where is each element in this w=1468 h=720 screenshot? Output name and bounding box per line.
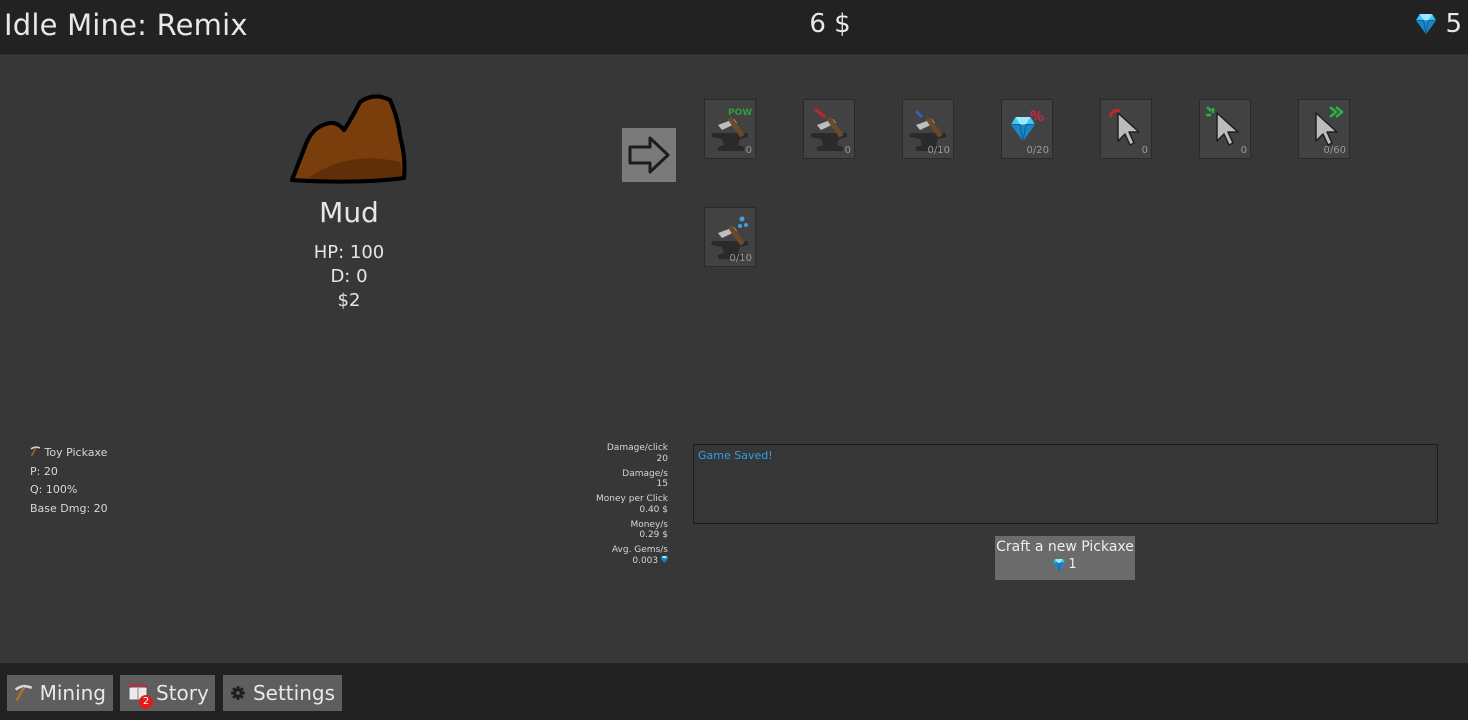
settings-tab[interactable]: Settings <box>223 675 342 711</box>
mining-tab[interactable]: Mining <box>7 675 113 711</box>
craft-pickaxe-button[interactable]: Craft a new Pickaxe 1 <box>995 536 1135 580</box>
stat-label: Avg. Gems/s <box>611 545 668 555</box>
stat-gems-s: 0.003 <box>632 555 659 566</box>
pickaxe-name-row: Toy Pickaxe <box>30 444 108 463</box>
ore-defense: D: 0 <box>330 266 368 287</box>
upgrade-count: 0/10 <box>729 253 752 264</box>
click-crit-upgrade-button[interactable]: 0 <box>1199 99 1251 159</box>
settings-tab-label: Settings <box>252 681 335 705</box>
upgrade-count: 0 <box>745 145 752 156</box>
next-ore-button[interactable] <box>622 128 676 182</box>
stat-label: Damage/s <box>622 468 668 479</box>
gem-chance-upgrade-button[interactable]: % 0/20 <box>1001 99 1053 159</box>
gem-icon <box>1053 558 1066 571</box>
pickaxe-quality: Q: 100% <box>30 483 78 496</box>
stat-label: Money/s <box>630 519 668 530</box>
stat-money-s: 0.29 $ <box>639 530 668 540</box>
svg-text:%: % <box>1030 109 1044 125</box>
stat-damage-s: 15 <box>656 479 668 489</box>
ore-hp: HP: 100 <box>313 242 385 263</box>
log-message: Game Saved! <box>698 449 773 462</box>
gem-count: 5 <box>1445 9 1462 39</box>
money-display: 6 $ <box>809 9 851 39</box>
pickaxe-water-upgrade-button[interactable]: 0/10 <box>704 207 756 267</box>
stat-label: Damage/click <box>606 443 668 453</box>
gem-icon <box>1416 14 1437 34</box>
pickaxe-info: Toy Pickaxe P: 20 Q: 100% Base Dmg: 20 <box>30 444 108 518</box>
mining-tab-label: Mining <box>39 681 106 705</box>
story-tab-label: Story <box>156 681 209 705</box>
message-log[interactable]: Game Saved! <box>693 444 1438 524</box>
pickaxe-base-damage: Base Dmg: 20 <box>30 501 108 515</box>
upgrade-count: 0 <box>1240 145 1247 156</box>
stat-money-click: 0.40 $ <box>639 504 668 515</box>
upgrade-count: 0 <box>1141 145 1148 156</box>
stat-damage-click: 20 <box>656 453 668 464</box>
pickaxe-speed-upgrade-button[interactable]: 0/10 <box>902 99 954 159</box>
pickaxe-name: Toy Pickaxe <box>44 446 108 459</box>
craft-cost: 1 <box>995 557 1135 572</box>
click-speed-upgrade-button[interactable]: 0/60 <box>1298 99 1350 159</box>
svg-text:POW: POW <box>728 108 752 118</box>
upgrade-count: 0/20 <box>1026 145 1049 156</box>
pow-upgrade-button[interactable]: POW 0 <box>704 99 756 159</box>
story-badge: 2 <box>139 695 153 709</box>
arrow-right-icon <box>628 136 670 174</box>
upgrade-count: 0 <box>844 145 851 156</box>
pickaxe-icon <box>30 446 41 457</box>
stats-panel: Damage/click 20 Damage/s 15 Money per Cl… <box>560 443 669 571</box>
gem-icon <box>660 555 669 563</box>
craft-cost-value: 1 <box>1068 557 1077 572</box>
top-bar: Idle Mine: Remix 6 $ 5 <box>0 0 1468 55</box>
upgrade-count: 0/60 <box>1323 145 1346 156</box>
story-tab[interactable]: 2 Story <box>120 675 215 711</box>
ore-value: $2 <box>337 290 361 311</box>
gem-counter: 5 <box>1415 9 1462 39</box>
upgrade-count: 0/10 <box>927 145 950 156</box>
story-icon-wrap: 2 <box>127 682 153 709</box>
gear-icon <box>231 686 245 700</box>
ore-name: Mud <box>319 196 379 229</box>
stat-label: Money per Click <box>596 494 668 504</box>
click-power-upgrade-button[interactable]: 0 <box>1100 99 1152 159</box>
craft-label: Craft a new Pickaxe <box>996 539 1134 555</box>
pickaxe-power: P: 20 <box>30 464 58 478</box>
mud-rock-clickable[interactable] <box>288 92 412 188</box>
bottom-nav: Mining 2 Story Settings <box>0 663 1468 720</box>
pickaxe-icon <box>14 684 33 702</box>
pickaxe-damage-upgrade-button[interactable]: 0 <box>803 99 855 159</box>
